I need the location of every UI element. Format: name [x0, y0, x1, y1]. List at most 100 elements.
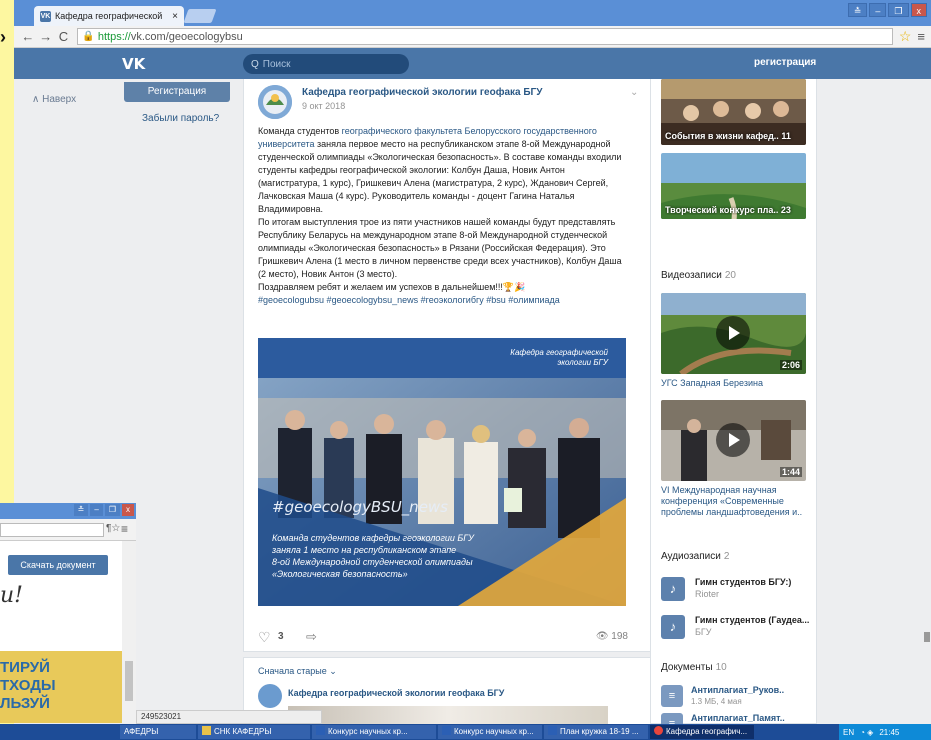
translate-star-icon[interactable]: ¶☆	[106, 523, 120, 534]
browser-toolbar: ← → C 🔒 https:// vk.com/geoecologybsu ☆ …	[14, 26, 931, 48]
post-author-link[interactable]: Кафедра географической экологии геофака …	[302, 87, 542, 98]
taskbar-item[interactable]: СНК КАФЕДРЫ	[198, 725, 310, 739]
album-card[interactable]: Творческий конкурс пла.. 23	[661, 153, 806, 219]
post-photo[interactable]: Кафедра географической экологии БГУ #geo…	[258, 338, 626, 606]
audio-count: 2	[723, 551, 730, 562]
audio-title: Гимн студентов (Гаудеа...	[695, 615, 810, 625]
search-input[interactable]: Q Поиск	[243, 54, 409, 74]
audio-artist[interactable]: БГУ	[695, 627, 712, 637]
close-window-button[interactable]: x	[122, 504, 134, 516]
back-arrow-icon[interactable]: ←	[20, 29, 36, 44]
videos-header[interactable]: Видеозаписи 20	[661, 270, 736, 281]
browser-menu-icon[interactable]: ≡	[121, 522, 128, 536]
reload-icon[interactable]: C	[56, 29, 72, 44]
post-date[interactable]: 9 окт 2018	[302, 101, 345, 111]
tab-close-icon[interactable]: ×	[172, 11, 178, 22]
audio-header-label: Аудиозаписи	[661, 551, 721, 562]
scrollbar-thumb[interactable]	[125, 661, 133, 701]
album-title: Творческий конкурс пла.. 23	[665, 205, 802, 215]
close-window-button[interactable]: x	[910, 3, 927, 17]
register-link[interactable]: регистрация	[754, 57, 816, 68]
community-avatar[interactable]	[258, 684, 282, 708]
album-name: События в жизни кафед..	[665, 131, 779, 141]
documents-header[interactable]: Документы 10	[661, 662, 727, 673]
clock[interactable]: 21:45	[879, 728, 899, 737]
taskbar-item-label: Конкурс научных кр...	[454, 727, 534, 736]
forgot-password-link[interactable]: Забыли пароль?	[142, 113, 219, 124]
address-bar[interactable]: 🔒 https:// vk.com/geoecologybsu	[77, 28, 893, 45]
system-tray: EN ◔ ◈ 21:45	[839, 724, 931, 740]
second-browser-window: ≛ – ❐ x ¶☆ ≡ Скачать документ и! ТИРУЙ Т…	[0, 503, 136, 723]
minimize-button[interactable]: –	[869, 3, 887, 17]
document-icon: ≡	[661, 685, 683, 707]
vk-favicon-icon: VK	[40, 10, 51, 22]
post-text: Команда студентов географического факуль…	[258, 125, 628, 307]
album-card[interactable]: События в жизни кафед.. 11	[661, 79, 806, 145]
photo-caption-line: заняла 1 место на республиканском этапе	[272, 545, 457, 555]
browser-menu-icon[interactable]: ≡	[917, 29, 925, 44]
play-icon[interactable]	[716, 316, 750, 350]
bookmark-star-icon[interactable]: ☆	[899, 28, 912, 45]
minimize-button[interactable]: –	[90, 504, 103, 516]
post-hashtags[interactable]: #geoecologubsu #geoecologybsu_news #геоэ…	[258, 294, 628, 307]
maximize-button[interactable]: ❐	[104, 504, 120, 516]
video-title-link[interactable]: УГС Западная Березина	[661, 378, 811, 389]
taskbar-item-active[interactable]: Кафедра географич...	[650, 725, 754, 739]
photo-hashtag: #geoecologyBSU_news	[272, 498, 449, 516]
video-thumbnail[interactable]: 1:44	[661, 400, 806, 481]
vk-logo[interactable]: VK	[122, 55, 145, 73]
taskbar-item-label: АФЕДРЫ	[124, 727, 159, 736]
lock-icon: 🔒	[82, 31, 95, 42]
document-viewer: Скачать документ и! ТИРУЙ ТХОДЫ ЛЬЗУЙ	[0, 541, 122, 723]
register-button[interactable]: Регистрация	[124, 82, 230, 102]
like-heart-icon[interactable]: ♡	[258, 629, 271, 646]
video-thumbnail[interactable]: 2:06	[661, 293, 806, 374]
share-arrow-icon[interactable]: ⇨	[306, 629, 317, 645]
taskbar-item[interactable]: Конкурс научных кр...	[438, 725, 542, 739]
taskbar-item-label: Конкурс научных кр...	[328, 727, 408, 736]
browser-tab[interactable]: VK Кафедра географической ×	[34, 6, 184, 26]
post-menu-chevron-icon[interactable]: ⌄	[630, 87, 638, 98]
taskbar-item-label: Кафедра географич...	[666, 727, 748, 736]
taskbar-item[interactable]: Конкурс научных кр...	[312, 725, 436, 739]
album-name: Творческий конкурс пла..	[665, 205, 779, 215]
maximize-button[interactable]: ❐	[888, 3, 909, 17]
address-bar[interactable]	[0, 523, 104, 537]
audio-track[interactable]: ♪ Гимн студентов БГУ:) Rioter	[661, 575, 811, 605]
document-item[interactable]: ≡ Антиплагиат_Памят..	[661, 712, 811, 724]
community-avatar[interactable]	[258, 85, 292, 119]
post-paragraph-1: Команда студентов географического факуль…	[258, 125, 628, 216]
audio-track[interactable]: ♪ Гимн студентов (Гаудеа... БГУ	[661, 613, 811, 643]
play-icon[interactable]	[716, 423, 750, 457]
document-title[interactable]: Антиплагиат_Руков..	[691, 685, 784, 695]
download-document-button[interactable]: Скачать документ	[8, 555, 108, 575]
document-scrollbar[interactable]	[122, 541, 136, 723]
video-duration: 1:44	[779, 467, 802, 477]
document-item[interactable]: ≡ Антиплагиат_Руков.. 1.3 МБ, 4 мая	[661, 684, 811, 714]
hashtags-link[interactable]: #geoecologubsu #geoecologybsu_news #геоэ…	[258, 295, 560, 305]
photo-label-line-1: Кафедра географической	[510, 348, 608, 357]
taskbar-item[interactable]: АФЕДРЫ	[120, 725, 196, 739]
music-note-icon[interactable]: ♪	[661, 577, 685, 601]
new-tab-button[interactable]	[183, 9, 217, 23]
back-to-top-link[interactable]: ∧ Наверх	[32, 94, 76, 105]
audio-header[interactable]: Аудиозаписи 2	[661, 551, 729, 562]
page-scrollbar-thumb[interactable]	[924, 632, 930, 642]
post-photo[interactable]	[288, 706, 608, 724]
user-icon[interactable]: ≛	[73, 504, 89, 516]
user-icon[interactable]: ≛	[847, 3, 868, 17]
forward-arrow-icon[interactable]: →	[38, 29, 54, 44]
document-meta: 1.3 МБ, 4 мая	[691, 697, 742, 706]
language-indicator[interactable]: EN	[843, 728, 854, 737]
post-author-link[interactable]: Кафедра географической экологии геофака …	[288, 688, 504, 698]
tray-icons[interactable]: ◔ ◈	[860, 728, 873, 737]
document-title[interactable]: Антиплагиат_Памят..	[691, 713, 785, 723]
taskbar-item[interactable]: План кружка 18-19 ...	[544, 725, 648, 739]
video-title-link[interactable]: VI Международная научная конференция «Со…	[661, 485, 811, 518]
sort-order-toggle[interactable]: Сначала старые ⌄	[258, 666, 337, 677]
music-note-icon[interactable]: ♪	[661, 615, 685, 639]
video-duration: 2:06	[779, 360, 802, 370]
status-bar-url: 249523021	[136, 710, 322, 724]
audio-artist[interactable]: Rioter	[695, 589, 719, 599]
browser-titlebar: VK Кафедра географической × ≛ – ❐ x	[14, 0, 931, 26]
